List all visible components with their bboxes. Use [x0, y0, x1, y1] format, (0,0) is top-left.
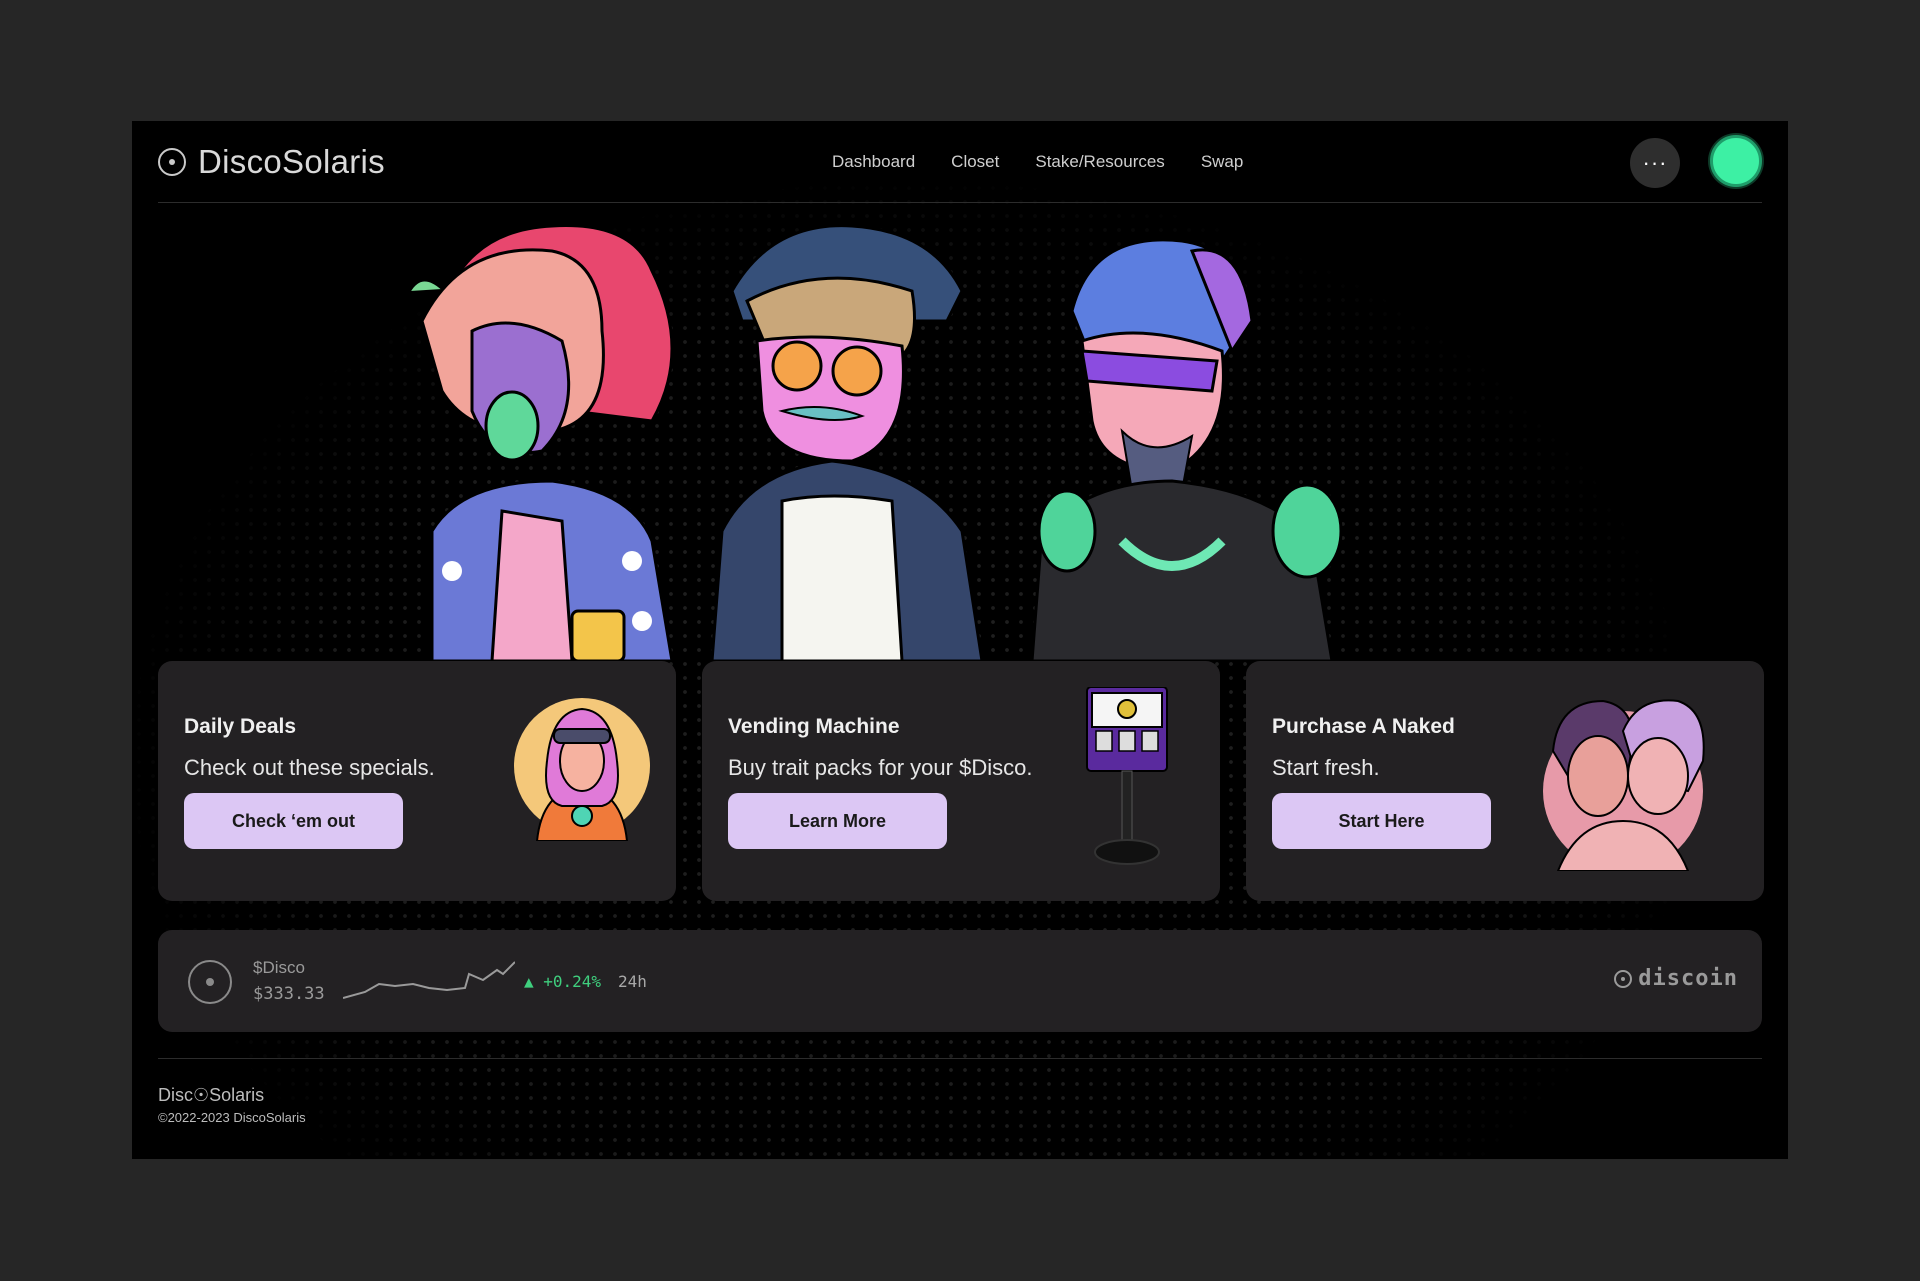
card-subtitle: Start fresh. — [1272, 755, 1380, 780]
app-title: DiscoSolaris — [198, 143, 385, 180]
nav-dashboard[interactable]: Dashboard — [832, 152, 915, 172]
card-purchase-naked: Purchase A Naked Start fresh. Start Here — [1246, 661, 1764, 901]
couple-portrait-icon — [1543, 699, 1705, 871]
sun-logo-icon — [158, 148, 186, 176]
sun-logo-icon — [1614, 969, 1633, 988]
vending-machine-icon — [1086, 687, 1168, 865]
card-title: Daily Deals — [184, 715, 297, 738]
card-daily-deals: Daily Deals Check out these specials. Ch… — [158, 661, 676, 901]
promo-cards: Daily Deals Check out these specials. Ch… — [158, 661, 1764, 904]
change-period: 24h — [618, 972, 647, 991]
nav-stake-resources[interactable]: Stake/Resources — [1035, 152, 1164, 172]
sunburst-portrait-icon — [514, 698, 650, 841]
learn-more-button[interactable]: Learn More — [728, 793, 947, 849]
brand-text: discoin — [1638, 966, 1738, 991]
character-glasses-hat — [710, 224, 984, 661]
top-bar: DiscoSolaris Dashboard Closet Stake/Reso… — [158, 121, 1762, 203]
check-em-out-button[interactable]: Check ‘em out — [184, 793, 403, 849]
hero-characters — [132, 211, 1788, 661]
card-title: Vending Machine — [728, 715, 900, 738]
nav-closet[interactable]: Closet — [951, 152, 999, 172]
token-ticker: $Disco $333.33 ▲ +0.24% 24h discoin — [158, 930, 1762, 1032]
discoin-brand: discoin — [1614, 966, 1738, 991]
footer: Disc☉Solaris ©2022-2023 DiscoSolaris — [158, 1058, 1762, 1125]
token-price: $333.33 — [253, 984, 325, 1004]
price-sparkline — [343, 961, 515, 999]
token-name: $Disco — [253, 958, 305, 977]
wallet-avatar[interactable] — [1710, 135, 1762, 187]
footer-logo: Disc☉Solaris — [158, 1085, 265, 1105]
character-pink-hair — [409, 224, 674, 661]
main-nav: Dashboard Closet Stake/Resources Swap — [832, 152, 1243, 172]
start-here-button[interactable]: Start Here — [1272, 793, 1491, 849]
more-options-button[interactable]: ··· — [1630, 138, 1680, 188]
hero-illustration — [409, 224, 1343, 661]
character-blue-mohawk — [1030, 238, 1343, 661]
ellipsis-icon: ··· — [1642, 150, 1668, 175]
copyright: ©2022-2023 DiscoSolaris — [158, 1110, 306, 1125]
logo[interactable]: DiscoSolaris — [158, 143, 385, 181]
coin-icon — [188, 960, 232, 1004]
app-window: DiscoSolaris Dashboard Closet Stake/Reso… — [132, 121, 1788, 1159]
card-subtitle: Check out these specials. — [184, 755, 435, 780]
nav-swap[interactable]: Swap — [1201, 152, 1244, 172]
card-title: Purchase A Naked — [1272, 715, 1455, 738]
card-subtitle: Buy trait packs for your $Disco. — [728, 755, 1033, 780]
price-change: ▲ +0.24% — [524, 972, 602, 991]
card-vending-machine: Vending Machine Buy trait packs for your… — [702, 661, 1220, 901]
